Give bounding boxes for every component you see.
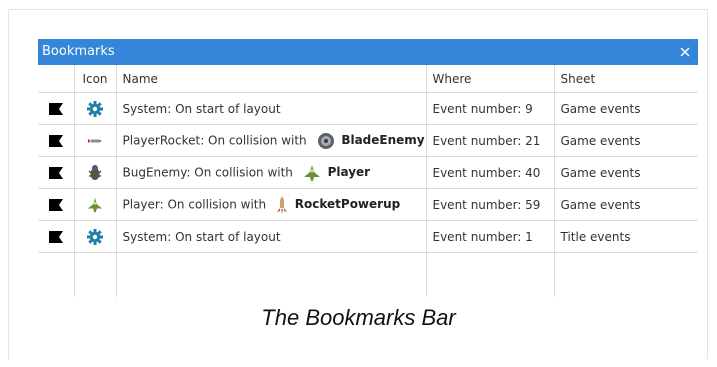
bookmark-where-cell[interactable]: Event number: 21: [426, 124, 555, 157]
bookmark-name-text: PlayerRocket: On collision with: [122, 133, 307, 147]
table-row[interactable]: PlayerRocket: On collision with BladeEne…: [38, 124, 698, 157]
bookmark-flag-icon: [48, 167, 63, 179]
bookmark-name-cell[interactable]: BugEnemy: On collision with Player: [116, 156, 427, 189]
bookmark-flag-cell[interactable]: [38, 220, 75, 253]
table-row[interactable]: BugEnemy: On collision with Player Event…: [38, 156, 698, 189]
bookmark-where-cell[interactable]: Event number: 40: [426, 156, 555, 189]
column-header-where[interactable]: Where: [426, 65, 555, 93]
empty-cell: [74, 252, 117, 297]
bookmark-flag-cell[interactable]: [38, 124, 75, 157]
player-ship-icon: [303, 164, 320, 181]
bookmark-flag-icon: [48, 103, 63, 115]
bookmark-flag-icon: [48, 135, 63, 147]
bookmark-name-cell[interactable]: PlayerRocket: On collision with BladeEne…: [116, 124, 427, 157]
table-header-row: Icon Name Where Sheet: [38, 65, 698, 93]
bookmark-flag-cell[interactable]: [38, 92, 75, 125]
bookmark-object-name: BladeEnemy: [341, 133, 425, 147]
bookmark-sheet-cell[interactable]: Title events: [554, 220, 698, 253]
bookmark-object-name: RocketPowerup: [294, 197, 401, 211]
panel-titlebar: Bookmarks: [38, 39, 698, 65]
column-header-sheet[interactable]: Sheet: [554, 65, 698, 93]
bookmark-sheet-cell[interactable]: Game events: [554, 124, 698, 157]
blade-enemy-icon: [317, 132, 334, 149]
bookmark-name-cell[interactable]: System: On start of layout: [116, 220, 427, 253]
bookmark-name-text: Player: On collision with: [122, 197, 267, 211]
bookmark-name-cell[interactable]: Player: On collision with RocketPowerup: [116, 188, 427, 221]
column-header-icon[interactable]: Icon: [74, 65, 117, 93]
bookmark-flag-icon: [48, 199, 63, 211]
bookmark-sheet-cell[interactable]: Game events: [554, 92, 698, 125]
empty-cell: [554, 253, 698, 298]
bookmark-sheet-cell[interactable]: Game events: [554, 188, 698, 221]
table-row[interactable]: Player: On collision with RocketPowerup …: [38, 188, 698, 221]
bookmark-name-text: System: On start of layout: [122, 229, 281, 244]
row-icon-cell: [74, 156, 117, 189]
empty-row: [38, 252, 698, 298]
panel-title: Bookmarks: [42, 44, 115, 59]
close-icon: [680, 47, 690, 57]
row-icon-cell: [74, 124, 117, 157]
rocket-icon: [88, 139, 102, 143]
column-header-flag: [38, 65, 75, 93]
bookmark-object-name: Player: [327, 165, 371, 179]
bookmarks-panel: Bookmarks Icon Name Where Sheet System: …: [38, 39, 698, 298]
bookmark-name-text: BugEnemy: On collision with: [122, 165, 293, 179]
empty-cell: [38, 252, 75, 297]
table-row[interactable]: System: On start of layout Event number:…: [38, 220, 698, 253]
close-button[interactable]: [672, 39, 698, 65]
bookmark-where-cell[interactable]: Event number: 9: [426, 92, 555, 125]
row-icon-cell: [74, 188, 117, 221]
bookmark-flag-icon: [48, 231, 63, 243]
rocket-powerup-icon: [276, 195, 287, 214]
empty-cell: [426, 252, 555, 297]
bookmark-flag-cell[interactable]: [38, 156, 75, 189]
bookmark-where-cell[interactable]: Event number: 59: [426, 188, 555, 221]
bookmark-sheet-cell[interactable]: Game events: [554, 156, 698, 189]
row-icon-cell: [74, 92, 117, 125]
figure-caption: The Bookmarks Bar: [261, 305, 456, 330]
bug-enemy-icon: [88, 164, 102, 180]
bookmark-name-text: System: On start of layout: [122, 101, 281, 116]
bookmarks-table: Icon Name Where Sheet System: On start o…: [38, 65, 698, 297]
player-ship-icon: [87, 197, 103, 212]
gear-icon: [87, 100, 103, 117]
column-header-name[interactable]: Name: [116, 65, 427, 93]
gear-icon: [87, 228, 103, 245]
empty-cell: [116, 252, 427, 297]
row-icon-cell: [74, 220, 117, 253]
bookmark-name-cell[interactable]: System: On start of layout: [116, 92, 427, 125]
bookmark-flag-cell[interactable]: [38, 188, 75, 221]
table-row[interactable]: System: On start of layout Event number:…: [38, 92, 698, 125]
bookmark-where-cell[interactable]: Event number: 1: [426, 220, 555, 253]
